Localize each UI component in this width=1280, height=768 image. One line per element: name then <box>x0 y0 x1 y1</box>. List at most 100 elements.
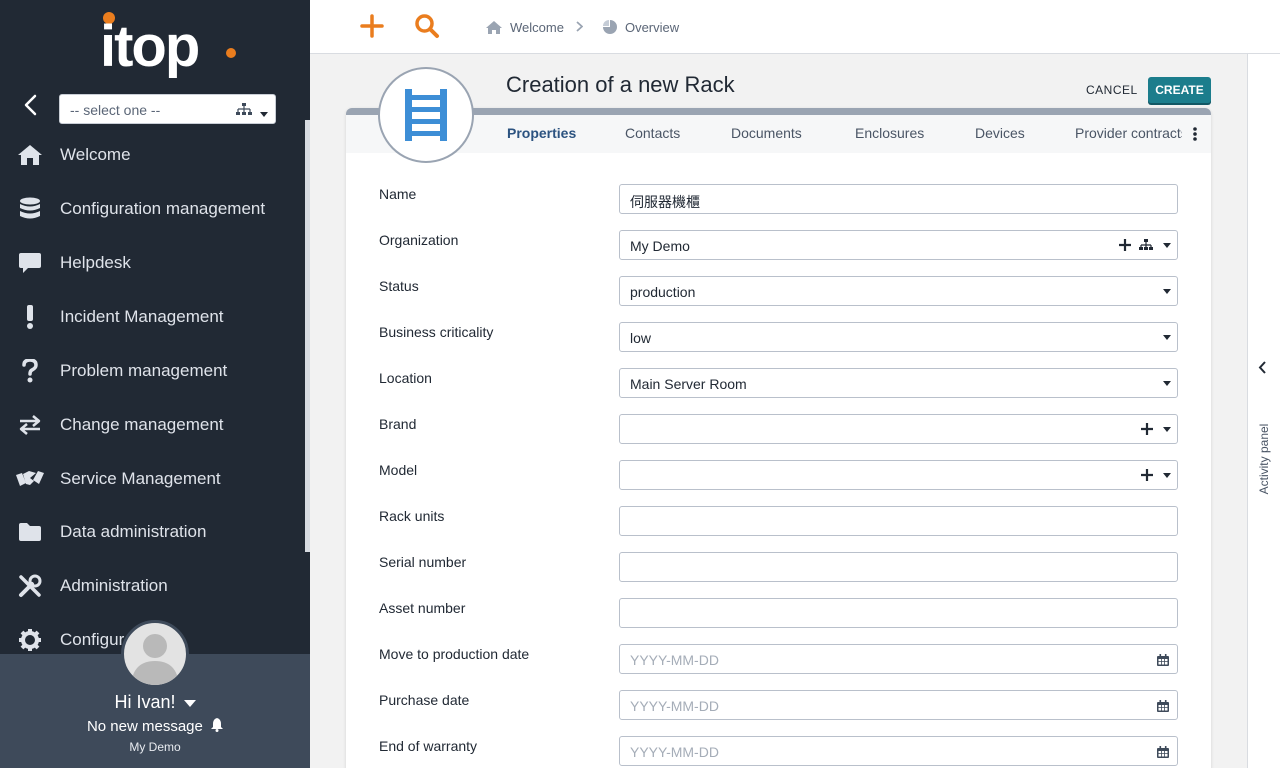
sidebar-scrollbar[interactable] <box>305 120 310 552</box>
cancel-button[interactable]: CANCEL <box>1078 80 1146 100</box>
activity-panel-label: Activity panel <box>1257 423 1271 495</box>
name-input[interactable]: 伺服器機櫃 <box>619 184 1178 214</box>
menu-label: Data administration <box>60 522 207 541</box>
menu-label: Service Management <box>60 469 221 488</box>
user-messages[interactable]: No new message <box>0 718 310 736</box>
gear-icon <box>16 627 44 653</box>
organization-filter-value: -- select one -- <box>70 102 161 118</box>
tab-devices[interactable]: Devices <box>975 125 1025 141</box>
question-icon <box>16 358 44 384</box>
tab-contacts[interactable]: Contacts <box>625 125 680 141</box>
menu-label: Configuration management <box>60 199 266 218</box>
menu-label: Administration <box>60 576 168 595</box>
menu-label: Problem management <box>60 361 228 380</box>
location-select[interactable]: Main Server Room <box>619 368 1178 398</box>
rack-object-icon <box>378 67 474 163</box>
serial-number-input[interactable] <box>619 552 1178 582</box>
itop-logo[interactable]: itop <box>100 6 240 80</box>
avatar[interactable] <box>121 620 189 688</box>
chevron-down-icon[interactable] <box>1163 289 1171 294</box>
menu-label: Configur <box>60 630 125 649</box>
home-icon <box>486 20 502 34</box>
tab-provider-contracts[interactable]: Provider contracts <box>1075 125 1182 141</box>
chevron-down-icon[interactable] <box>1163 381 1171 386</box>
breadcrumb-item-overview[interactable]: Overview <box>602 19 680 35</box>
field-label-business-criticality: Business criticality <box>379 324 494 340</box>
menu-item-administration[interactable]: Administration <box>0 562 305 610</box>
menu-item-change-management[interactable]: Change management <box>0 401 305 449</box>
user-greeting[interactable]: Hi Ivan! <box>0 692 310 713</box>
bell-icon <box>211 718 224 736</box>
chevron-down-icon[interactable] <box>1163 473 1171 478</box>
greeting-text: Hi Ivan! <box>114 692 176 712</box>
top-bar: Welcome Overview <box>310 0 1280 54</box>
chevron-down-icon[interactable] <box>1163 427 1171 432</box>
field-label-rack-units: Rack units <box>379 508 445 524</box>
field-label-asset-number: Asset number <box>379 600 466 616</box>
end-of-warranty-input[interactable]: YYYY-MM-DD <box>619 736 1178 766</box>
move-to-production-date-input[interactable]: YYYY-MM-DD <box>619 644 1178 674</box>
date-placeholder: YYYY-MM-DD <box>630 698 719 714</box>
model-select[interactable] <box>619 460 1178 490</box>
rack-units-input[interactable] <box>619 506 1178 536</box>
plus-icon[interactable] <box>1141 468 1153 481</box>
chevron-right-icon <box>576 20 591 35</box>
purchase-date-input[interactable]: YYYY-MM-DD <box>619 690 1178 720</box>
field-label-name: Name <box>379 186 417 202</box>
asset-number-input[interactable] <box>619 598 1178 628</box>
menu-item-configuration-management[interactable]: Configuration management <box>0 185 305 233</box>
date-placeholder: YYYY-MM-DD <box>630 652 719 668</box>
menu-item-incident-management[interactable]: Incident Management <box>0 293 305 341</box>
chevron-down-icon[interactable] <box>1163 335 1171 340</box>
arrows-exchange-icon <box>16 412 44 438</box>
exclamation-icon <box>16 304 44 330</box>
user-organization: My Demo <box>129 740 181 754</box>
field-label-end-of-warranty: End of warranty <box>379 738 478 754</box>
organization-filter-select[interactable]: -- select one -- <box>59 94 276 124</box>
field-label-brand: Brand <box>379 416 417 432</box>
sidebar: itop -- select one -- Welcome Configurat… <box>0 0 310 768</box>
calendar-icon[interactable] <box>1157 653 1169 666</box>
organization-value: My Demo <box>630 238 690 254</box>
chevron-left-icon[interactable] <box>1258 361 1267 379</box>
create-button[interactable]: CREATE <box>1148 77 1211 103</box>
field-label-location: Location <box>379 370 432 386</box>
hierarchy-icon[interactable] <box>1139 238 1153 250</box>
chevron-down-icon[interactable] <box>1163 243 1171 248</box>
menu-item-data-administration[interactable]: Data administration <box>0 508 305 556</box>
menu-item-service-management[interactable]: Service Management <box>0 455 305 503</box>
handshake-icon <box>16 466 44 492</box>
calendar-icon[interactable] <box>1157 699 1169 712</box>
plus-icon[interactable] <box>1119 238 1131 251</box>
add-icon[interactable] <box>360 14 384 38</box>
date-placeholder: YYYY-MM-DD <box>630 744 719 760</box>
breadcrumb-label: Welcome <box>510 19 564 35</box>
organization-select[interactable]: My Demo <box>619 230 1178 260</box>
menu-item-welcome[interactable]: Welcome <box>0 131 305 179</box>
breadcrumb: Welcome Overview <box>486 18 679 36</box>
tools-icon <box>16 573 44 599</box>
plus-icon[interactable] <box>1141 422 1153 435</box>
search-icon[interactable] <box>414 13 440 39</box>
breadcrumb-label: Overview <box>624 19 680 35</box>
folder-icon <box>16 519 44 545</box>
menu-item-helpdesk[interactable]: Helpdesk <box>0 239 305 287</box>
home-icon <box>16 142 44 168</box>
calendar-icon[interactable] <box>1157 745 1169 758</box>
status-select[interactable]: production <box>619 276 1178 306</box>
menu-label: Incident Management <box>60 307 224 326</box>
tab-properties[interactable]: Properties <box>507 125 576 141</box>
business-criticality-value: low <box>630 330 652 346</box>
breadcrumb-item-welcome[interactable]: Welcome <box>486 20 564 35</box>
business-criticality-select[interactable]: low <box>619 322 1178 352</box>
menu-item-problem-management[interactable]: Problem management <box>0 347 305 395</box>
activity-panel[interactable]: Activity panel <box>1247 54 1280 768</box>
collapse-sidebar-icon[interactable] <box>18 92 44 118</box>
tab-documents[interactable]: Documents <box>731 125 802 141</box>
tab-enclosures[interactable]: Enclosures <box>855 125 924 141</box>
more-tabs-icon[interactable] <box>1190 126 1200 142</box>
hierarchy-icon[interactable] <box>236 103 252 116</box>
field-label-organization: Organization <box>379 232 459 248</box>
chevron-down-icon[interactable] <box>260 105 268 117</box>
brand-select[interactable] <box>619 414 1178 444</box>
